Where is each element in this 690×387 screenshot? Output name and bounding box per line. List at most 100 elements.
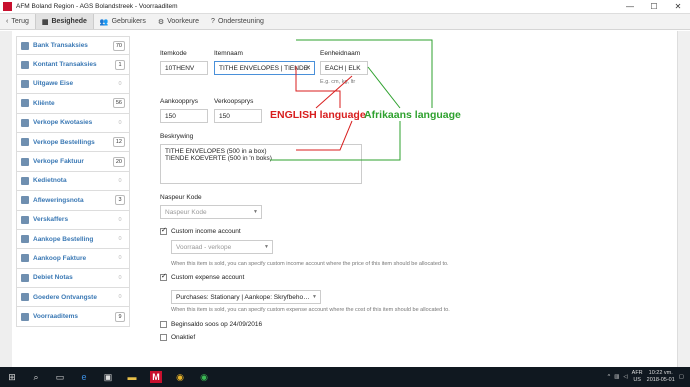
eenheidnaam-input[interactable]: EACH | ELK xyxy=(320,61,368,75)
count-badge: 9 xyxy=(115,311,125,322)
window-controls: — ☐ ✕ xyxy=(618,2,690,11)
network-icon[interactable]: ▥ xyxy=(614,374,619,380)
notification-icon[interactable]: ▢ xyxy=(679,374,684,380)
chevron-up-icon[interactable]: ^ xyxy=(608,374,611,380)
expense-account-label: Custom expense account xyxy=(171,274,245,281)
app-logo-icon xyxy=(3,2,12,11)
tab-ondersteuning[interactable]: ? Ondersteuning xyxy=(205,14,270,29)
verkoopsprys-label: Verkoopsprys xyxy=(214,98,254,105)
chevron-down-icon: ▼ xyxy=(312,294,317,300)
language-primary: AFR xyxy=(631,370,643,376)
sidebar-item-label: Bank Transaksies xyxy=(33,42,88,50)
count-badge: 0 xyxy=(115,215,125,224)
tab-gebruikers[interactable]: 👥 Gebruikers xyxy=(94,14,152,29)
annotation-separator: | xyxy=(357,109,360,121)
sidebar-item-voorraaditems[interactable]: Voorraaditems 9 xyxy=(16,307,130,327)
sidebar-item-verkope-bestellings[interactable]: Verkope Bestellings 12 xyxy=(16,132,130,153)
itemnaam-input[interactable]: TITHE ENVELOPES | TIENDE ✕ xyxy=(214,61,315,75)
aankoopprys-label: Aankoopprys xyxy=(160,98,198,105)
beskrywing-label: Beskrywing xyxy=(160,133,194,140)
onaktief-label: Onaktief xyxy=(171,334,196,341)
windows-start-icon[interactable]: ⊞ xyxy=(6,371,18,383)
spotify-icon[interactable]: ◉ xyxy=(198,371,210,383)
sidebar-item-label: Verkope Kwotasies xyxy=(33,119,93,127)
income-account-checkbox[interactable] xyxy=(160,226,167,235)
count-badge: 20 xyxy=(112,156,125,167)
sidebar-item-label: Kedietnota xyxy=(33,177,67,185)
verkoopsprys-input[interactable]: 150 xyxy=(214,109,262,123)
clock[interactable]: 10:22 vm. 2018-05-01 xyxy=(647,370,675,384)
tab-voorkeure[interactable]: ⚙ Voorkeure xyxy=(152,14,205,29)
count-badge: 0 xyxy=(115,273,125,282)
naspeur-select[interactable]: Naspeur Kode ▼ xyxy=(160,205,262,219)
sidebar-item-label: Aankoop Fakture xyxy=(33,254,87,262)
maximize-button[interactable]: ☐ xyxy=(642,2,666,11)
sidebar-item-uitgawe-eise[interactable]: Uitgawe Eise 0 xyxy=(16,74,130,95)
eenheidnaam-label: Eenheidnaam xyxy=(320,50,361,57)
expense-account-select[interactable]: Purchases: Stationary | Aankope: Skryfbe… xyxy=(171,290,321,304)
language-indicator[interactable]: AFR US xyxy=(632,370,643,384)
tab-label: Ondersteuning xyxy=(217,18,264,25)
annotation-afrikaans: Afrikaans language xyxy=(364,109,461,121)
count-badge: 56 xyxy=(112,98,125,109)
tab-label: Besighede xyxy=(51,18,87,25)
expense-account-checkbox[interactable] xyxy=(160,272,167,281)
minimize-button[interactable]: — xyxy=(618,2,642,11)
edge-browser-icon[interactable]: e xyxy=(78,371,90,383)
sidebar-item-verkope-kwotasies[interactable]: Verkope Kwotasies 0 xyxy=(16,113,130,133)
help-icon: ? xyxy=(211,18,215,25)
app-icon[interactable]: M xyxy=(150,371,162,383)
volume-icon[interactable]: ◁ xyxy=(623,374,627,380)
onaktief-checkbox[interactable] xyxy=(160,334,167,341)
sidebar: Bank Transaksies 70 Kontant Transaksies 1 … xyxy=(16,36,130,366)
tab-besighede[interactable]: ▦ Besighede xyxy=(34,14,94,29)
sidebar-item-verskaffers[interactable]: Verskaffers 0 xyxy=(16,210,130,230)
taskbar: ⊞ ⌕ ▭ e ▣ ▬ M ◉ ◉ ^ ▥ ◁ AFR US 10:22 vm.… xyxy=(0,367,690,387)
folder-icon[interactable]: ▬ xyxy=(126,371,138,383)
debit-note-icon xyxy=(21,273,29,282)
sidebar-item-label: Voorraaditems xyxy=(33,313,79,321)
sidebar-item-kontant-transaksies[interactable]: Kontant Transaksies 1 xyxy=(16,55,130,75)
annotation-english: ENGLISH language xyxy=(270,109,366,121)
close-window-button[interactable]: ✕ xyxy=(666,2,690,11)
supplier-icon xyxy=(21,215,29,224)
users-icon: 👥 xyxy=(99,18,109,26)
sidebar-item-goedere-ontvangste[interactable]: Goedere Ontvangste 0 xyxy=(16,288,130,308)
beskrywing-textarea[interactable]: TITHE ENVELOPES (500 in a box) TIENDE KO… xyxy=(160,144,362,184)
beginsaldo-label: Beginsaldo soos op 24/09/2016 xyxy=(171,321,263,328)
sidebar-item-bank-transaksies[interactable]: Bank Transaksies 70 xyxy=(16,36,130,56)
clear-icon[interactable]: ✕ xyxy=(305,64,311,72)
search-icon[interactable]: ⌕ xyxy=(30,371,42,383)
inventory-icon xyxy=(21,312,29,321)
gear-icon: ⚙ xyxy=(157,18,165,26)
sidebar-item-aankoop-fakture[interactable]: Aankoop Fakture 0 xyxy=(16,249,130,269)
goods-received-icon xyxy=(21,293,29,302)
expense-account-hint: When this item is sold, you can specify … xyxy=(171,307,450,313)
task-view-icon[interactable]: ▭ xyxy=(54,371,66,383)
aankoopprys-input[interactable]: 150 xyxy=(160,109,208,123)
naspeur-label: Naspeur Kode xyxy=(160,194,202,201)
sidebar-item-label: Kontant Transaksies xyxy=(33,61,97,69)
sidebar-item-kliente[interactable]: Kliënte 56 xyxy=(16,94,130,114)
store-icon[interactable]: ▣ xyxy=(102,371,114,383)
clock-date: 2018-05-01 xyxy=(646,377,675,383)
beginsaldo-checkbox[interactable] xyxy=(160,321,167,328)
sidebar-item-label: Aankope Bestelling xyxy=(33,235,94,243)
purchase-order-icon xyxy=(21,235,29,244)
count-badge: 0 xyxy=(115,254,125,263)
income-account-select[interactable]: Voorraad - verkope ▼ xyxy=(171,240,273,254)
sidebar-item-kedietnota[interactable]: Kedietnota 0 xyxy=(16,171,130,192)
cash-icon xyxy=(21,60,29,69)
back-button[interactable]: ‹ Terug xyxy=(0,14,35,29)
itemkode-input[interactable]: 10THENV xyxy=(160,61,208,75)
sidebar-item-afleweringsnota[interactable]: Afleweringsnota 3 xyxy=(16,191,130,211)
count-badge: 1 xyxy=(115,59,125,70)
chrome-icon[interactable]: ◉ xyxy=(174,371,186,383)
order-icon xyxy=(21,138,29,147)
purchase-invoice-icon xyxy=(21,254,29,263)
sidebar-item-aankope-bestelling[interactable]: Aankope Bestelling 0 xyxy=(16,229,130,250)
page-scrollbar[interactable] xyxy=(677,31,690,371)
sidebar-item-debiet-notas[interactable]: Debiet Notas 0 xyxy=(16,268,130,289)
count-badge: 0 xyxy=(115,176,125,185)
sidebar-item-verkope-faktuur[interactable]: Verkope Faktuur 20 xyxy=(16,152,130,172)
